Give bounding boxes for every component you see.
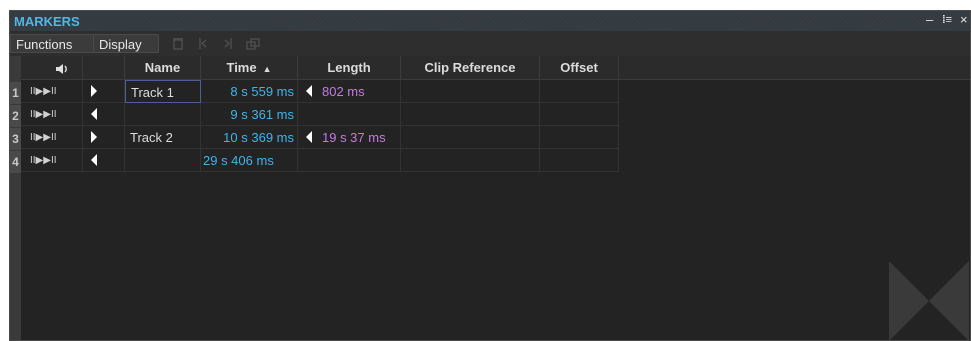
column-header-filler — [619, 56, 970, 80]
marker-name-cell[interactable] — [125, 103, 201, 126]
marker-length-cell[interactable]: 19 s 37 ms — [298, 126, 401, 149]
marker-length-value: 19 s 37 ms — [322, 129, 386, 145]
column-header-time[interactable]: Time ▲ — [201, 56, 298, 80]
row-number[interactable]: 4 — [10, 151, 21, 173]
minimize-button[interactable]: – — [926, 12, 933, 27]
row-number[interactable]: 3 — [10, 128, 21, 150]
offset-cell[interactable] — [540, 103, 619, 126]
clip-reference-cell[interactable] — [401, 149, 540, 172]
app-watermark-logo — [889, 261, 969, 340]
time-header-label: Time — [226, 60, 257, 75]
length-direction-icon — [306, 85, 312, 97]
marker-start-icon[interactable] — [83, 126, 125, 149]
offset-cell[interactable] — [540, 149, 619, 172]
display-menu-button[interactable]: Display — [93, 34, 159, 53]
marker-length-value: 802 ms — [322, 83, 365, 99]
clip-reference-cell[interactable] — [401, 103, 540, 126]
column-header-name[interactable]: Name — [125, 56, 201, 80]
title-bar: MARKERS – ⁞≡ × — [10, 11, 970, 31]
play-range-button[interactable]: II▶▶II — [21, 80, 83, 103]
clip-reference-cell[interactable] — [401, 80, 540, 103]
marker-time-cell[interactable]: 29 s 406 ms — [201, 149, 298, 172]
next-marker-icon[interactable] — [217, 34, 239, 53]
sort-ascending-icon: ▲ — [262, 64, 272, 74]
toolbar: Functions Display — [10, 31, 970, 56]
column-header-clip-reference[interactable]: Clip Reference — [401, 56, 540, 80]
marker-length-cell[interactable] — [298, 149, 401, 172]
marker-end-icon[interactable] — [83, 103, 125, 126]
marker-end-icon[interactable] — [83, 149, 125, 172]
play-range-button[interactable]: II▶▶II — [21, 126, 83, 149]
column-header-length[interactable]: Length — [298, 56, 401, 80]
marker-length-cell[interactable]: 802 ms — [298, 80, 401, 103]
marker-time-cell[interactable]: 10 s 369 ms — [201, 126, 298, 149]
marker-time-cell[interactable]: 9 s 361 ms — [201, 103, 298, 126]
row-number[interactable]: 2 — [10, 105, 21, 127]
marker-start-icon[interactable] — [83, 80, 125, 103]
markers-table: Name Time ▲ Length Clip Reference Offset … — [10, 56, 970, 340]
column-header-play[interactable] — [21, 56, 83, 80]
close-button[interactable]: × — [960, 12, 968, 27]
length-direction-icon — [306, 131, 312, 143]
play-range-button[interactable]: II▶▶II — [21, 103, 83, 126]
markers-window: MARKERS – ⁞≡ × Functions Display Name Ti… — [9, 10, 971, 341]
marker-time-cell[interactable]: 8 s 559 ms — [201, 80, 298, 103]
offset-cell[interactable] — [540, 80, 619, 103]
functions-menu-button[interactable]: Functions — [10, 34, 94, 53]
offset-cell[interactable] — [540, 126, 619, 149]
previous-marker-icon[interactable] — [192, 34, 214, 53]
marker-name-cell[interactable]: Track 1 — [125, 80, 201, 103]
copy-icon[interactable] — [242, 34, 264, 53]
panel-title: MARKERS — [14, 14, 80, 29]
column-header-offset[interactable]: Offset — [540, 56, 619, 80]
clip-reference-cell[interactable] — [401, 126, 540, 149]
dock-button[interactable]: ⁞≡ — [942, 14, 952, 26]
marker-name-cell[interactable] — [125, 149, 201, 172]
delete-icon[interactable] — [167, 34, 189, 53]
play-range-button[interactable]: II▶▶II — [21, 149, 83, 172]
row-number[interactable]: 1 — [10, 82, 21, 104]
marker-length-cell[interactable] — [298, 103, 401, 126]
column-header-direction[interactable] — [83, 56, 125, 80]
marker-name-cell[interactable]: Track 2 — [125, 126, 201, 149]
